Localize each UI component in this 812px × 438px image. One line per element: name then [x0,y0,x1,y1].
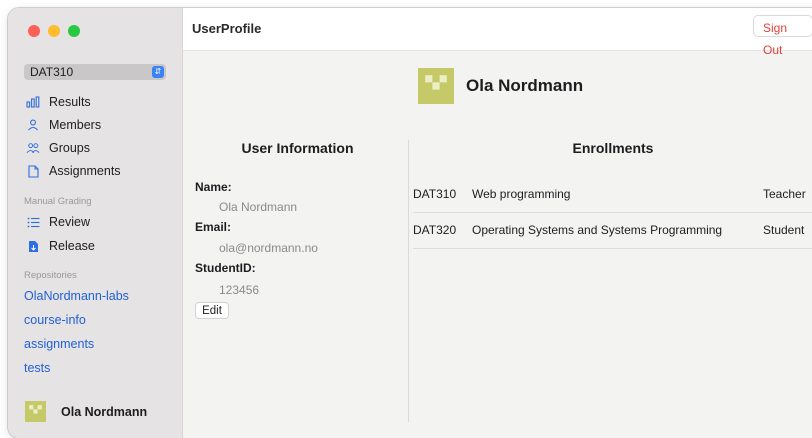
sidebar-item-results[interactable]: Results [26,92,91,112]
enrollment-course-code: DAT310 [413,187,457,201]
enrollment-course-name: Operating Systems and Systems Programmin… [472,223,723,237]
minimize-window-button[interactable] [48,25,60,37]
sidebar-item-review[interactable]: Review [26,212,90,232]
sidebar-item-label: Release [49,239,95,253]
sidebar-item-label: Review [49,215,90,229]
repo-link-course-info[interactable]: course-info [24,313,86,327]
enrollment-row[interactable]: DAT310 Web programming Teacher [413,176,812,213]
repo-link-olanordmann-labs[interactable]: OlaNordmann-labs [24,289,129,303]
course-selector-value: DAT310 [30,65,74,79]
avatar [25,401,46,422]
sidebar-item-release[interactable]: Release [26,236,95,256]
close-window-button[interactable] [28,25,40,37]
sidebar-user[interactable]: Ola Nordmann [25,401,147,422]
sidebar-item-label: Assignments [49,164,121,178]
document-icon [26,164,40,178]
section-label-manual-grading: Manual Grading [24,196,92,207]
profile-header: Ola Nordmann [418,68,583,104]
repo-link-tests[interactable]: tests [24,361,50,375]
name-value: Ola Nordmann [219,200,298,214]
sidebar-item-assignments[interactable]: Assignments [26,161,121,181]
email-label: Email: [195,220,232,234]
sidebar-item-groups[interactable]: Groups [26,138,90,158]
sign-out-button[interactable]: Sign Out [753,15,812,57]
email-value: ola@nordmann.no [219,241,318,255]
toolbar: UserProfile Sign Out [183,8,812,57]
student-id-label: StudentID: [195,261,256,275]
sidebar-item-label: Groups [49,141,90,155]
edit-button[interactable]: Edit [195,302,229,319]
app-window: DAT310 ⇵ Results Members Groups Assignme… [8,8,812,438]
sidebar-user-name: Ola Nordmann [61,404,148,419]
main-content: UserProfile Sign Out Ola Nordmann User I… [183,8,812,438]
user-information-heading: User Information [241,140,354,156]
chart-bars-icon [26,95,40,109]
window-controls [28,25,80,37]
enrollment-role: Teacher [763,187,806,201]
enrollment-course-code: DAT320 [413,223,457,237]
sidebar: DAT310 ⇵ Results Members Groups Assignme… [8,8,183,438]
profile-name: Ola Nordmann [466,76,584,95]
divider [408,140,409,422]
person-icon [26,118,40,132]
enrollment-course-name: Web programming [472,187,571,201]
zoom-window-button[interactable] [68,25,80,37]
page-title: UserProfile [192,21,262,36]
document-filled-icon [26,239,40,253]
enrollment-role: Student [763,223,805,237]
list-icon [26,215,40,229]
sidebar-item-label: Members [49,118,102,132]
repo-link-assignments[interactable]: assignments [24,337,94,351]
sidebar-item-label: Results [49,95,91,109]
name-label: Name: [195,180,232,194]
enrollment-row[interactable]: DAT320 Operating Systems and Systems Pro… [413,212,812,249]
sidebar-item-members[interactable]: Members [26,115,101,135]
enrollments-heading: Enrollments [572,140,654,156]
chevron-updown-icon: ⇵ [152,66,164,78]
course-selector[interactable]: DAT310 ⇵ [24,64,166,80]
people-icon [26,141,40,155]
avatar [418,68,454,104]
student-id-value: 123456 [219,283,260,297]
section-label-repositories: Repositories [24,270,77,281]
